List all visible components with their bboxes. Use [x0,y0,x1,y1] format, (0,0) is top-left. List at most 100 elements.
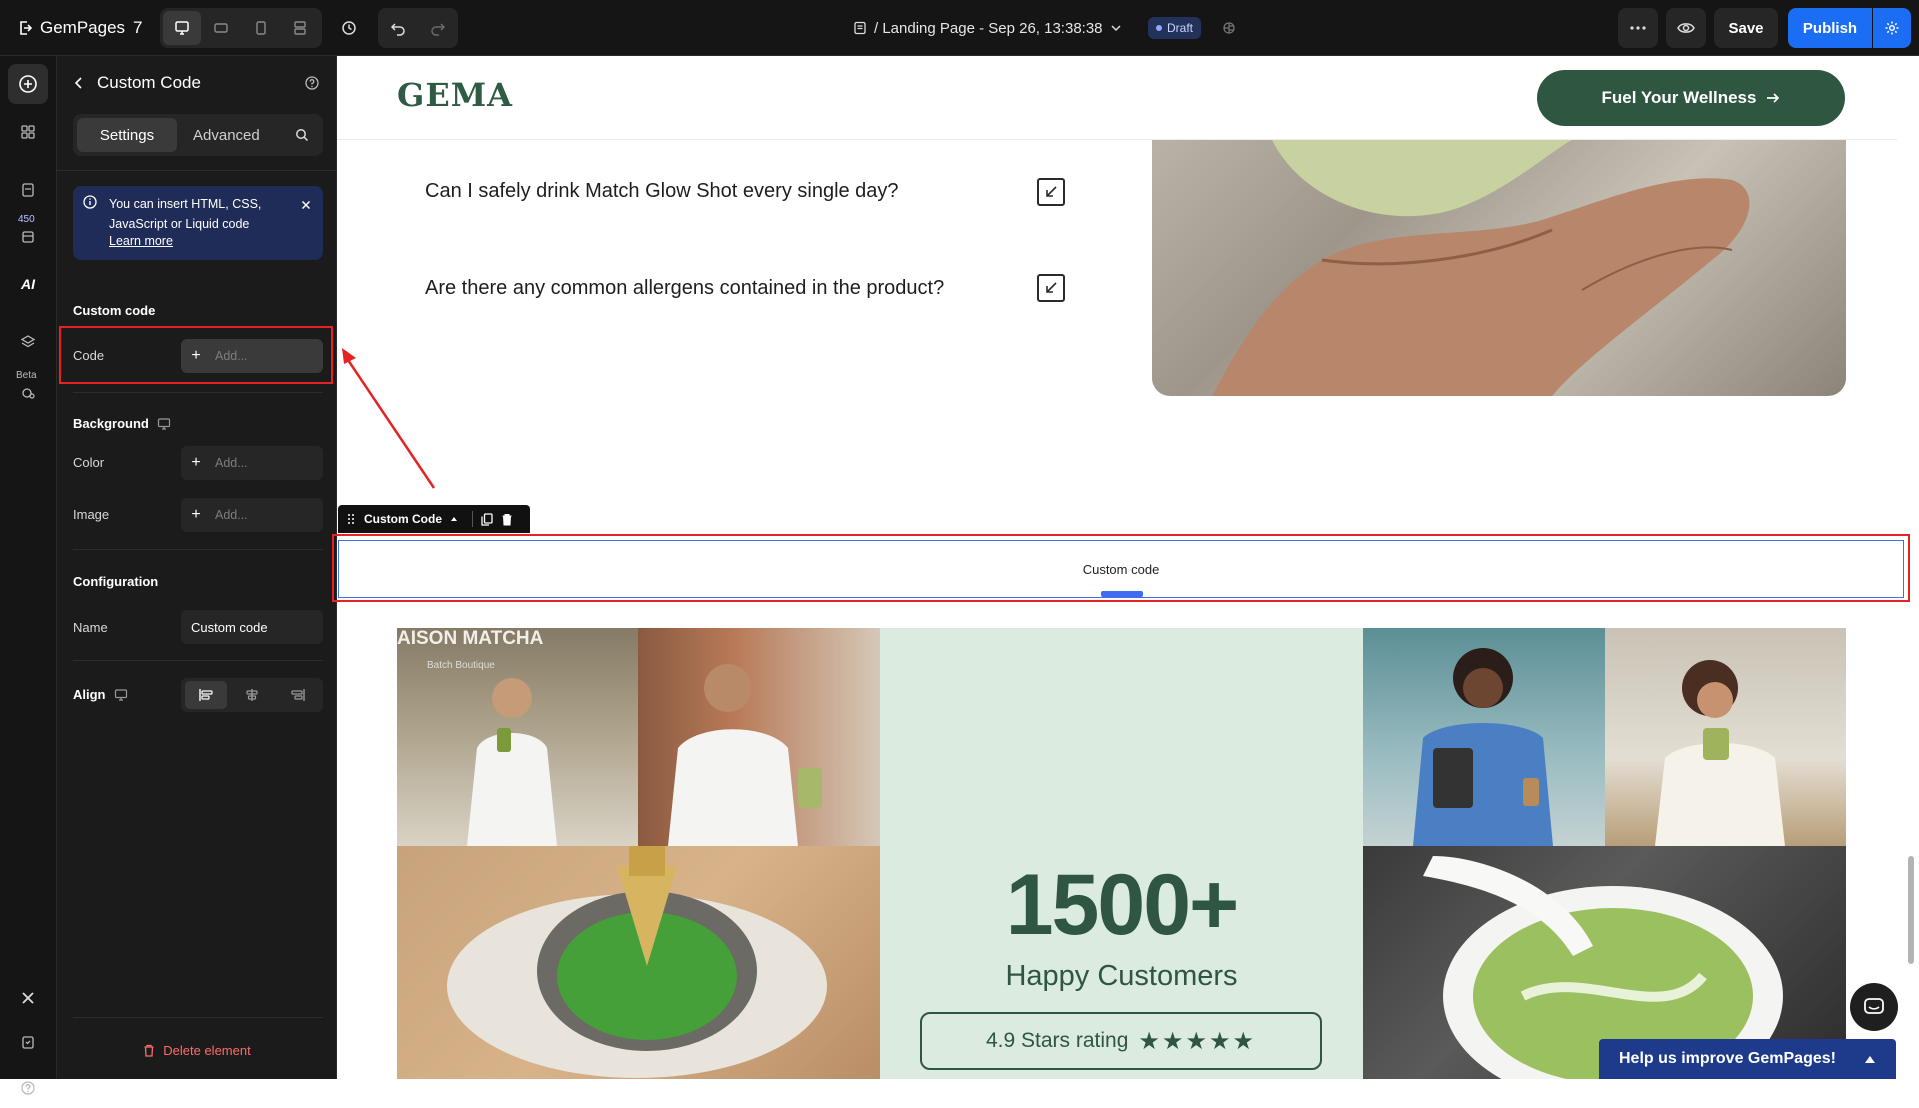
faq-question[interactable]: Can I safely drink Match Glow Shot every… [425,180,899,203]
desktop-view-button[interactable] [163,11,201,45]
page-title-dropdown[interactable]: / Landing Page - Sep 26, 13:38:38 [853,17,1122,39]
align-right-button[interactable] [277,681,319,709]
publish-button[interactable]: Publish [1788,8,1872,48]
back-button[interactable] [69,73,89,93]
brain-icon-button[interactable] [1218,17,1240,39]
cta-label: Fuel Your Wellness [1601,88,1757,107]
arrow-down-left-icon [1046,282,1057,293]
mobile-icon [256,21,266,35]
help-icon [21,1081,35,1095]
name-input[interactable]: Custom code [181,610,323,644]
panel-search-button[interactable] [285,118,319,152]
sections-button[interactable] [8,112,48,152]
trash-icon[interactable] [501,513,513,526]
info-text: You can insert HTML, CSS, JavaScript or … [109,197,262,231]
info-close-button[interactable] [297,196,315,214]
man-illustration [668,664,822,846]
help-button[interactable] [8,1068,48,1108]
page-stack-icon [22,183,34,197]
more-icon [1630,26,1646,30]
top-bar: GemPages 7 / Landing Page - Sep 26, 13:3… [0,0,1919,56]
color-add-field[interactable]: + Add... [181,446,323,480]
align-center-button[interactable] [231,681,273,709]
save-button[interactable]: Save [1714,8,1778,48]
tab-advanced[interactable]: Advanced [179,118,274,152]
faq-toggle-button[interactable] [1037,178,1065,206]
feedback-label: Help us improve GemPages! [1619,1050,1836,1067]
panel-header: Custom Code [57,56,337,110]
history-button[interactable] [329,8,369,48]
info-banner: You can insert HTML, CSS, JavaScript or … [73,186,323,260]
x-social-button[interactable] [8,978,48,1018]
search-icon [296,129,309,142]
eye-icon [1677,23,1695,33]
custom-code-section-title: Custom code [73,303,156,318]
layers-button[interactable] [8,322,48,362]
grid-icon [21,125,35,139]
status-badge: Draft [1148,17,1202,39]
chevron-left-icon [74,77,82,89]
divider [73,1017,323,1018]
matcha-whisk-photo [397,846,880,1079]
site-header: GEMA Fuel Your Wellness [337,56,1897,140]
drag-handle-icon[interactable] [346,513,356,525]
tab-settings[interactable]: Settings [77,118,177,152]
undo-button[interactable] [378,8,418,48]
fuel-wellness-button[interactable]: Fuel Your Wellness [1537,70,1845,126]
divider [73,660,323,661]
desktop-icon [175,21,189,35]
redo-button[interactable] [418,8,458,48]
tasks-button[interactable] [8,1022,48,1062]
more-options-button[interactable] [1618,8,1658,48]
color-placeholder: Add... [215,456,248,470]
mobile-view-button[interactable] [242,11,280,45]
publish-settings-button[interactable] [1873,8,1911,48]
caret-up-icon[interactable] [450,516,458,522]
app-logo[interactable]: GemPages 7 [18,16,143,40]
stats-panel: 1500+ Happy Customers 4.9 Stars rating ★… [880,628,1363,1079]
faq-toggle-button[interactable] [1037,274,1065,302]
redo-icon [431,23,446,36]
woman-sipping-illustration [1655,660,1785,846]
arrow-down-left-icon [1046,186,1057,197]
question-icon [305,76,319,90]
feedback-bar[interactable]: Help us improve GemPages! [1599,1039,1896,1079]
site-logo[interactable]: GEMA [397,76,513,114]
settings-panel: Custom Code Settings Advanced You can in… [57,56,337,1079]
pages-button[interactable] [8,170,48,210]
plus-icon: + [191,454,201,471]
hand-holding-matcha-image [1152,140,1846,396]
image-placeholder: Add... [215,508,248,522]
align-left-button[interactable] [185,681,227,709]
image-label: Image [73,507,110,522]
canvas-scrollbar[interactable] [1908,856,1914,964]
library-button[interactable] [8,216,48,256]
panel-help-button[interactable] [302,73,322,93]
beta-feature-button[interactable] [8,372,48,412]
chat-icon [1864,998,1884,1014]
person-illustration [467,678,557,846]
chat-support-button[interactable] [1850,983,1898,1031]
element-name-label[interactable]: Custom Code [364,512,442,526]
plus-circle-icon [19,75,37,93]
duplicate-icon[interactable] [481,512,493,526]
customer-count: 1500+ [1005,857,1240,953]
custom-code-highlight [332,534,1910,602]
status-text: Draft [1167,21,1194,35]
learn-more-link[interactable]: Learn more [109,234,173,248]
image-add-field[interactable]: + Add... [181,498,323,532]
delete-element-button[interactable]: Delete element [57,1040,337,1060]
settings-cog-icon [22,388,35,399]
tablet-landscape-button[interactable] [203,11,241,45]
tablet-landscape-icon [214,23,228,33]
ai-icon: AI [21,276,35,292]
hand-cup-illustration [1212,140,1750,396]
layout-view-button[interactable] [282,11,320,45]
align-center-icon [246,689,258,701]
faq-question[interactable]: Are there any common allergens contained… [425,277,944,300]
ai-button[interactable]: AI [8,264,48,304]
clipboard-icon [22,1036,34,1049]
background-section-title: Background [73,416,171,431]
add-element-button[interactable] [8,64,48,104]
preview-button[interactable] [1666,8,1706,48]
